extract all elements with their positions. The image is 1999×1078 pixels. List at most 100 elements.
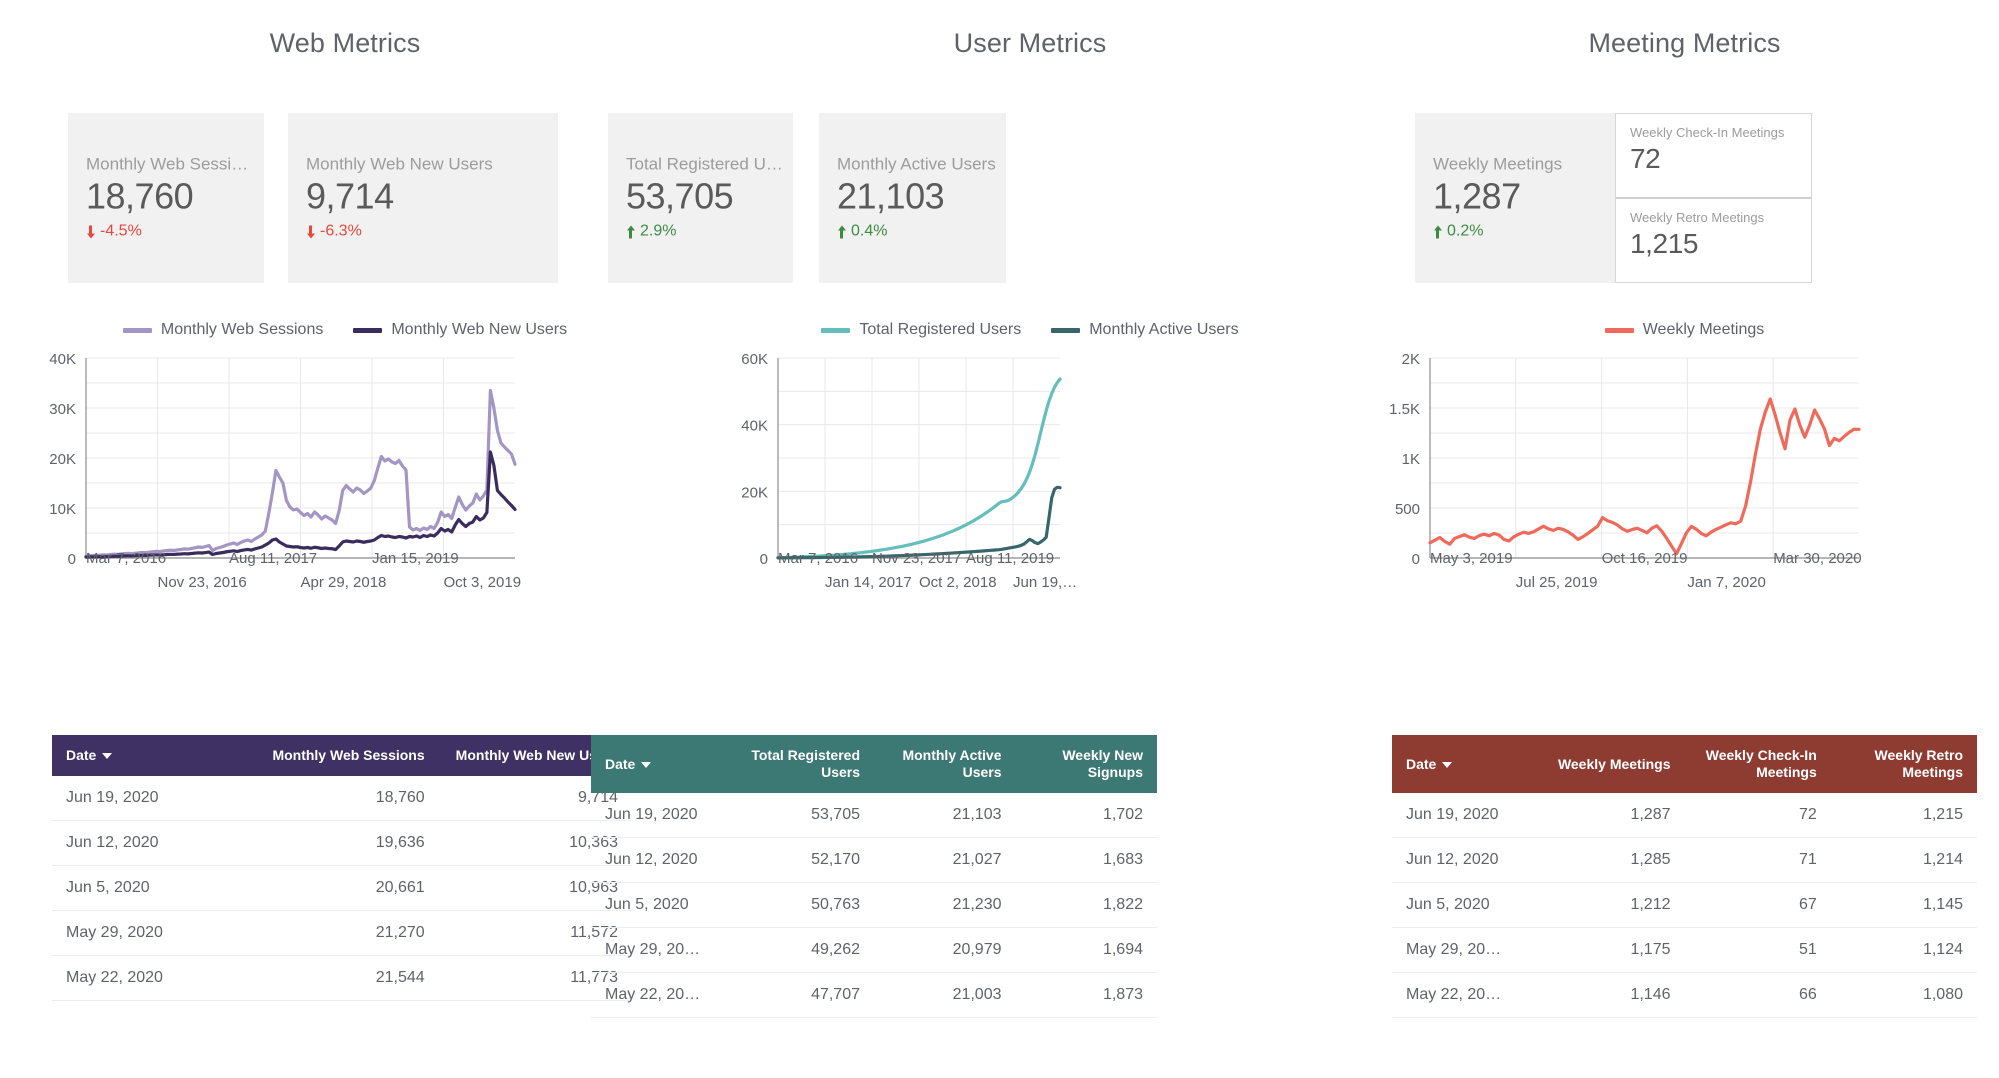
scorecard-row-user: Total Registered Users 53,705 2.9% Month…	[608, 113, 1360, 283]
dashboard-root: Web Metrics Monthly Web Sessions 18,760 …	[0, 0, 1999, 1078]
table-header-cell[interactable]: Monthly Active Users	[874, 735, 1016, 793]
table-row[interactable]: Jun 19, 2020 18,760 9,714	[52, 776, 632, 821]
legend-item[interactable]: Monthly Web New Users	[353, 321, 567, 339]
table-header-label: Weekly Check-In Meetings	[1705, 747, 1817, 780]
scorecard-total-registered-users[interactable]: Total Registered Users 53,705 2.9%	[608, 113, 793, 283]
table-header-cell[interactable]: Weekly New Signups	[1016, 735, 1158, 793]
sort-descending-icon[interactable]	[102, 753, 113, 760]
scorecard-label: Total Registered Users	[626, 154, 783, 174]
table-header-label: Monthly Web Sessions	[272, 747, 425, 763]
table-header-cell[interactable]: Date	[591, 735, 733, 793]
table-cell-value: 21,544	[245, 955, 439, 1001]
table-cell-value: 1,175	[1538, 927, 1685, 973]
legend-swatch-icon	[1051, 327, 1081, 333]
table-cell-value: 1,683	[1015, 837, 1157, 883]
table-cell-value: 1,214	[1830, 837, 1977, 883]
mini-scorecard-label: Weekly Retro Meetings	[1630, 210, 1765, 225]
scorecard-value: 21,103	[837, 175, 945, 217]
legend-item[interactable]: Monthly Active Users	[1051, 321, 1239, 339]
table-cell-date: May 22, 20…	[1392, 972, 1539, 1018]
sort-descending-icon[interactable]	[641, 761, 652, 768]
data-table-user[interactable]: Date Total Registered Users Monthly Active…	[591, 735, 1157, 1018]
x-axis-tick-label: Jan 15, 2019	[372, 550, 459, 567]
scorecard-monthly-web-new-users[interactable]: Monthly Web New Users 9,714 -6.3%	[288, 113, 558, 283]
table-row[interactable]: Jun 5, 2020 1,212 67 1,145	[1392, 882, 1977, 928]
table-cell-date: Jun 12, 2020	[1392, 837, 1539, 883]
legend-item[interactable]: Weekly Meetings	[1604, 321, 1764, 339]
table-cell-value: 71	[1684, 837, 1831, 883]
table-row[interactable]: Jun 5, 2020 20,661 10,963	[52, 865, 632, 911]
table-row[interactable]: May 22, 20… 1,146 66 1,080	[1392, 972, 1977, 1018]
table-row[interactable]: Jun 12, 2020 19,636 10,363	[52, 820, 632, 866]
table-cell-value: 50,763	[732, 882, 874, 928]
scorecard-monthly-active-users[interactable]: Monthly Active Users 21,103 0.4%	[819, 113, 1006, 283]
table-cell-value: 1,873	[1015, 972, 1157, 1018]
x-axis-tick-label: Nov 23, 2017	[872, 550, 962, 567]
table-row[interactable]: May 29, 20… 1,175 51 1,124	[1392, 927, 1977, 973]
x-axis-tick-label: Oct 16, 2019	[1601, 550, 1688, 567]
svg-text:2K: 2K	[1402, 352, 1420, 368]
table-header-cell[interactable]: Weekly Retro Meetings	[1831, 735, 1977, 793]
data-table-web[interactable]: Date Monthly Web Sessions Monthly Web New …	[52, 735, 632, 1001]
table-header-cell[interactable]: Weekly Check-In Meetings	[1685, 735, 1831, 793]
table-header-label: Total Registered Users	[751, 747, 860, 780]
arrow-up-icon	[837, 225, 846, 238]
scorecard-label: Monthly Active Users	[837, 154, 996, 174]
scorecard-weekly-checkin-meetings[interactable]: Weekly Check-In Meetings 72	[1616, 114, 1811, 197]
chart-web-metrics[interactable]: Monthly Web Sessions Monthly Web New Use…	[0, 318, 690, 591]
sort-descending-icon[interactable]	[1442, 761, 1453, 768]
table-row[interactable]: May 29, 20… 49,262 20,979 1,694	[591, 927, 1157, 973]
plot-area-user[interactable]: 0 20K 40K 60K	[700, 352, 1360, 570]
arrow-down-icon	[86, 225, 95, 238]
plot-area-meeting[interactable]: 0 500 1K 1.5K 2K	[1370, 352, 1999, 570]
table-cell-date: Jun 12, 2020	[591, 837, 733, 883]
legend-label: Monthly Web New Users	[391, 321, 568, 338]
plot-area-web[interactable]: 0 10K 20K 30K 40K	[0, 352, 690, 570]
table-cell-date: Jun 19, 2020	[52, 776, 246, 821]
svg-text:500: 500	[1395, 501, 1420, 518]
scorecard-weekly-retro-meetings[interactable]: Weekly Retro Meetings 1,215	[1616, 197, 1811, 282]
line-chart-svg-user: 020K40K60K	[741, 352, 1062, 568]
table-row[interactable]: May 29, 2020 21,270 11,572	[52, 910, 632, 956]
panel-web-metrics: Web Metrics Monthly Web Sessions 18,760 …	[0, 0, 690, 1078]
x-axis-tick-label: Mar 7, 2016	[86, 550, 167, 567]
table-cell-value: 1,215	[1830, 793, 1977, 838]
scorecard-delta: 0.4%	[837, 221, 996, 243]
data-table-meeting[interactable]: Date Weekly Meetings Weekly Check-In Meeti…	[1392, 735, 1977, 1018]
table-cell-value: 18,760	[245, 776, 439, 821]
table-cell-value: 66	[1684, 972, 1831, 1018]
chart-legend-user: Total Registered Users Monthly Active Us…	[700, 318, 1360, 342]
scorecard-monthly-web-sessions[interactable]: Monthly Web Sessions 18,760 -4.5%	[68, 113, 264, 283]
scorecard-weekly-meetings[interactable]: Weekly Meetings 1,287 0.2%	[1415, 113, 1615, 283]
table-row[interactable]: Jun 5, 2020 50,763 21,230 1,822	[591, 882, 1157, 928]
table-row[interactable]: May 22, 2020 21,544 11,773	[52, 955, 632, 1001]
legend-item[interactable]: Total Registered Users	[821, 321, 1021, 339]
table-row[interactable]: Jun 19, 2020 53,705 21,103 1,702	[591, 793, 1157, 838]
scorecard-delta-text: -4.5%	[100, 222, 142, 240]
table-cell-value: 1,124	[1830, 927, 1977, 973]
table-header-cell[interactable]: Date	[1392, 735, 1538, 793]
chart-meeting-metrics[interactable]: Weekly Meetings 0 500 1K 1.5K 2K May 3, 2019…	[1370, 318, 1999, 591]
scorecard-label: Monthly Web New Users	[306, 154, 493, 174]
table-cell-value: 21,230	[874, 882, 1016, 928]
table-header-cell[interactable]: Weekly Meetings	[1538, 735, 1684, 793]
table-row[interactable]: Jun 12, 2020 52,170 21,027 1,683	[591, 837, 1157, 883]
x-axis-tick-label: Mar 30, 2020	[1773, 550, 1862, 567]
table-header-label: Weekly Meetings	[1557, 755, 1671, 772]
table-header-cell[interactable]: Monthly Web Sessions	[245, 735, 438, 776]
table-row[interactable]: Jun 12, 2020 1,285 71 1,214	[1392, 837, 1977, 883]
table-header-label: Monthly Active Users	[902, 747, 1002, 780]
table-header-cell[interactable]: Total Registered Users	[733, 735, 875, 793]
table-header-cell[interactable]: Date	[52, 735, 245, 776]
legend-item[interactable]: Monthly Web Sessions	[122, 321, 323, 339]
table-row[interactable]: Jun 19, 2020 1,287 72 1,215	[1392, 793, 1977, 838]
table-cell-date: Jun 19, 2020	[591, 793, 733, 838]
svg-text:1.5K: 1.5K	[1389, 401, 1420, 418]
table-cell-value: 1,212	[1538, 882, 1685, 928]
table-row[interactable]: May 22, 20… 47,707 21,003 1,873	[591, 972, 1157, 1018]
table-cell-date: Jun 5, 2020	[1392, 882, 1539, 928]
table-cell-value: 21,003	[874, 972, 1016, 1018]
svg-text:20K: 20K	[741, 484, 768, 501]
chart-user-metrics[interactable]: Total Registered Users Monthly Active Us…	[700, 318, 1360, 591]
page-title-web: Web Metrics	[269, 28, 421, 58]
